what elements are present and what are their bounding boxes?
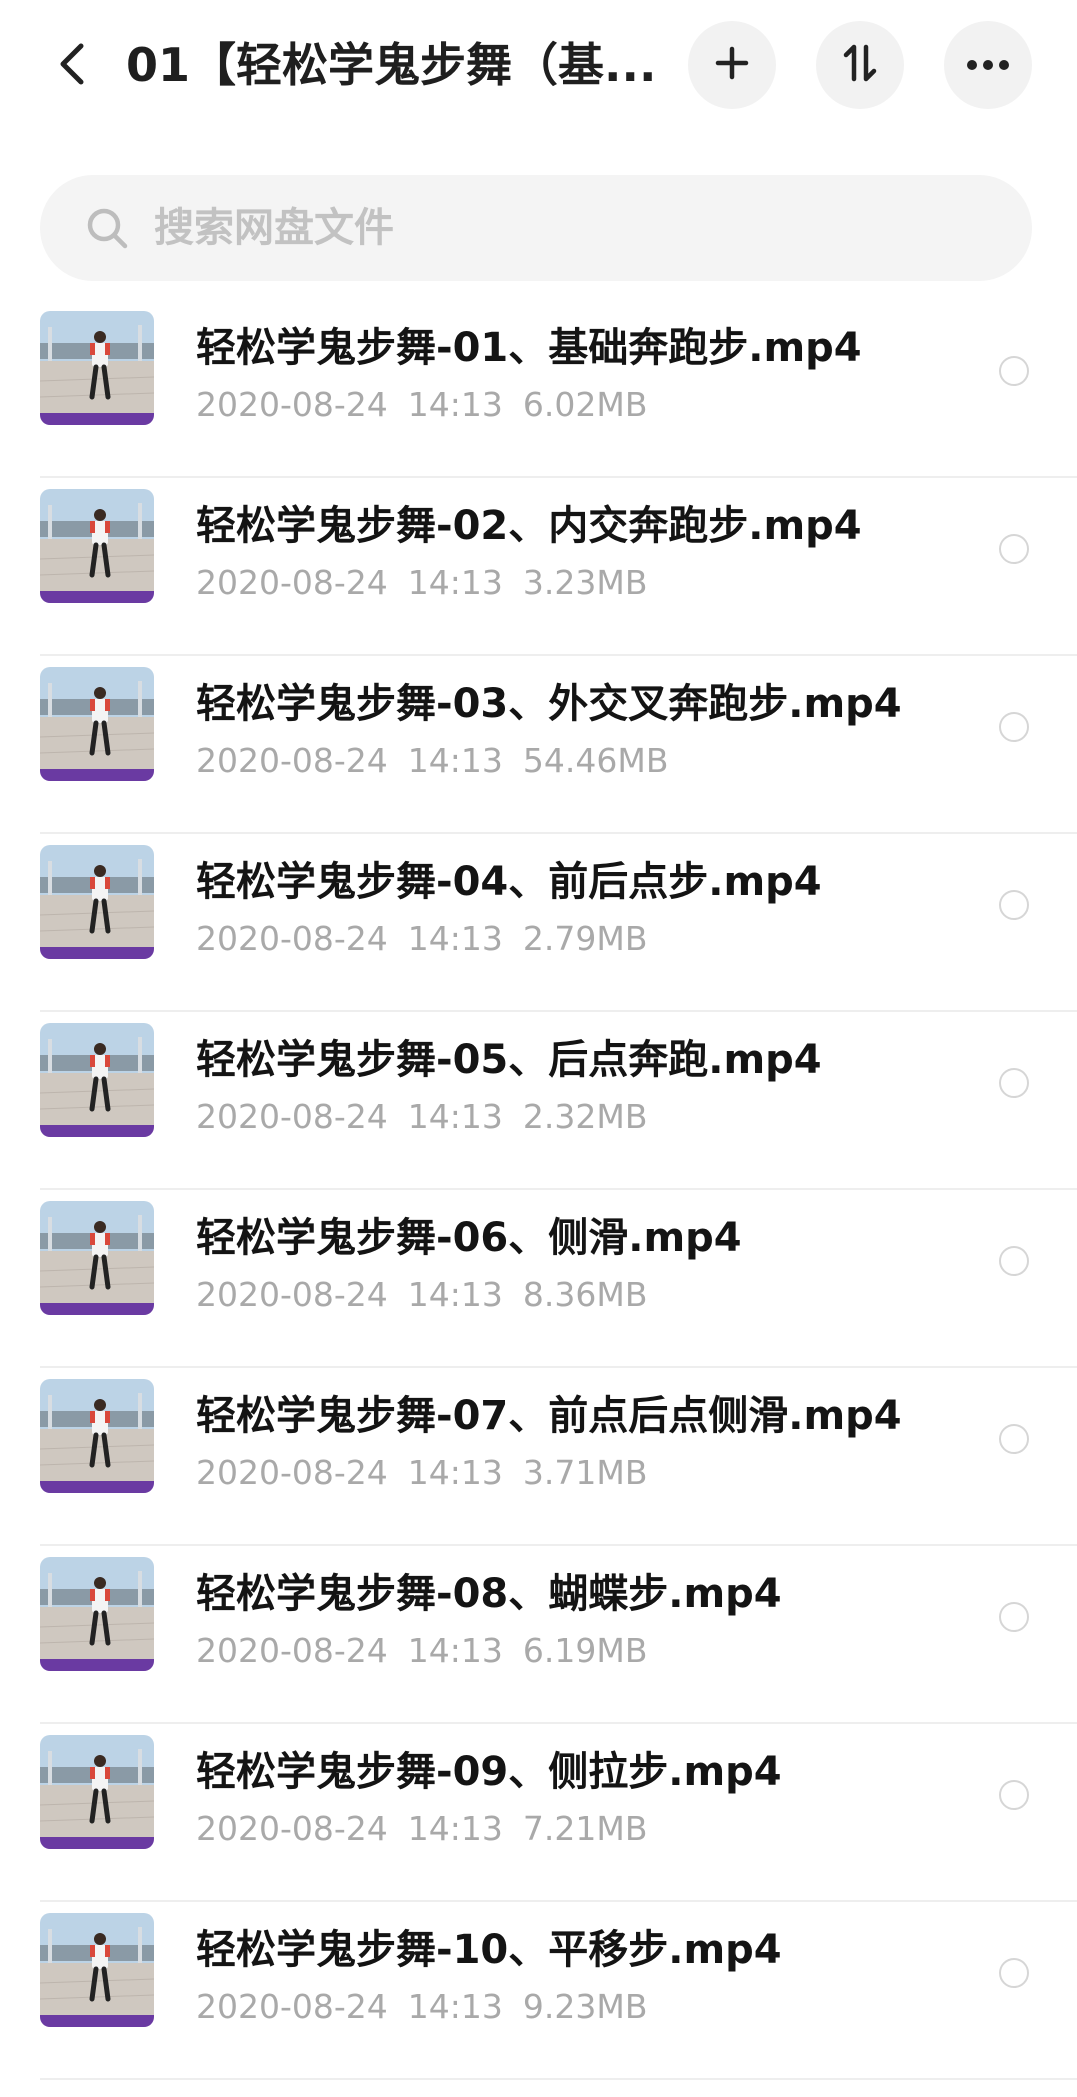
select-checkbox[interactable] [999, 1780, 1029, 1810]
video-thumbnail [40, 1379, 154, 1493]
more-icon [966, 56, 1010, 75]
file-name: 轻松学鬼步舞-07、前点后点侧滑.mp4 [196, 1393, 902, 1439]
file-date: 2020-08-24 [196, 1097, 388, 1136]
video-thumbnail [40, 845, 154, 959]
top-bar: 01【轻松学鬼步舞（基... [0, 0, 1077, 130]
file-name: 轻松学鬼步舞-09、侧拉步.mp4 [196, 1749, 782, 1795]
file-meta: 2020-08-24 14:13 3.71MB [196, 1448, 667, 1498]
video-thumbnail [40, 1557, 154, 1671]
file-row[interactable]: 轻松学鬼步舞-08、蝴蝶步.mp4 2020-08-24 14:13 6.19MB [0, 1546, 1077, 1724]
file-row[interactable]: 轻松学鬼步舞-09、侧拉步.mp4 2020-08-24 14:13 7.21MB [0, 1724, 1077, 1902]
file-name: 轻松学鬼步舞-04、前后点步.mp4 [196, 859, 822, 905]
plus-icon [715, 46, 749, 84]
file-size: 7.21MB [522, 1809, 648, 1848]
file-meta: 2020-08-24 14:13 6.19MB [196, 1626, 667, 1676]
select-checkbox[interactable] [999, 712, 1029, 742]
file-meta: 2020-08-24 14:13 54.46MB [196, 736, 688, 786]
file-row[interactable]: 轻松学鬼步舞-04、前后点步.mp4 2020-08-24 14:13 2.79MB [0, 834, 1077, 1012]
file-size: 3.71MB [522, 1453, 648, 1492]
add-button[interactable] [688, 21, 776, 109]
file-date: 2020-08-24 [196, 385, 388, 424]
file-time: 14:13 [407, 1275, 503, 1314]
page-title: 01【轻松学鬼步舞（基... [126, 38, 657, 92]
file-size: 6.02MB [522, 385, 648, 424]
file-meta: 2020-08-24 14:13 7.21MB [196, 1804, 667, 1854]
video-thumbnail [40, 1735, 154, 1849]
file-date: 2020-08-24 [196, 1987, 388, 2026]
file-name: 轻松学鬼步舞-08、蝴蝶步.mp4 [196, 1571, 782, 1617]
file-row[interactable]: 轻松学鬼步舞-10、平移步.mp4 2020-08-24 14:13 9.23MB [0, 1902, 1077, 2080]
video-thumbnail [40, 1913, 154, 2027]
video-thumbnail [40, 1023, 154, 1137]
file-name: 轻松学鬼步舞-02、内交奔跑步.mp4 [196, 503, 862, 549]
file-row[interactable]: 轻松学鬼步舞-01、基础奔跑步.mp4 2020-08-24 14:13 6.02M… [0, 300, 1077, 478]
file-meta: 2020-08-24 14:13 2.32MB [196, 1092, 667, 1142]
file-row[interactable]: 轻松学鬼步舞-05、后点奔跑.mp4 2020-08-24 14:13 2.32MB [0, 1012, 1077, 1190]
file-size: 8.36MB [522, 1275, 648, 1314]
select-checkbox[interactable] [999, 890, 1029, 920]
file-row[interactable]: 轻松学鬼步舞-03、外交叉奔跑步.mp4 2020-08-24 14:13 54.4… [0, 656, 1077, 834]
file-time: 14:13 [407, 919, 503, 958]
chevron-left-icon [57, 42, 87, 90]
file-row[interactable]: 轻松学鬼步舞-07、前点后点侧滑.mp4 2020-08-24 14:13 3.71… [0, 1368, 1077, 1546]
file-meta: 2020-08-24 14:13 8.36MB [196, 1270, 667, 1320]
select-checkbox[interactable] [999, 356, 1029, 386]
file-meta: 2020-08-24 14:13 6.02MB [196, 380, 667, 430]
back-button[interactable] [44, 38, 100, 94]
video-thumbnail [40, 489, 154, 603]
file-row[interactable]: 轻松学鬼步舞-02、内交奔跑步.mp4 2020-08-24 14:13 3.23M… [0, 478, 1077, 656]
file-date: 2020-08-24 [196, 741, 388, 780]
search-input[interactable] [152, 197, 976, 259]
file-meta: 2020-08-24 14:13 9.23MB [196, 1982, 667, 2032]
select-checkbox[interactable] [999, 1068, 1029, 1098]
file-date: 2020-08-24 [196, 1809, 388, 1848]
file-row[interactable]: 轻松学鬼步舞-06、侧滑.mp4 2020-08-24 14:13 8.36MB [0, 1190, 1077, 1368]
file-size: 2.79MB [522, 919, 648, 958]
file-list: 轻松学鬼步舞-01、基础奔跑步.mp4 2020-08-24 14:13 6.02M… [0, 300, 1077, 2080]
video-thumbnail [40, 1201, 154, 1315]
sort-button[interactable] [816, 21, 904, 109]
file-time: 14:13 [407, 385, 503, 424]
file-name: 轻松学鬼步舞-05、后点奔跑.mp4 [196, 1037, 822, 1083]
video-thumbnail [40, 311, 154, 425]
select-checkbox[interactable] [999, 1958, 1029, 1988]
file-time: 14:13 [407, 1097, 503, 1136]
sort-icon [840, 43, 880, 87]
file-name: 轻松学鬼步舞-06、侧滑.mp4 [196, 1215, 742, 1261]
video-thumbnail [40, 667, 154, 781]
file-date: 2020-08-24 [196, 1453, 388, 1492]
file-name: 轻松学鬼步舞-01、基础奔跑步.mp4 [196, 325, 862, 371]
file-time: 14:13 [407, 1453, 503, 1492]
file-time: 14:13 [407, 1809, 503, 1848]
file-size: 2.32MB [522, 1097, 648, 1136]
select-checkbox[interactable] [999, 534, 1029, 564]
file-time: 14:13 [407, 1631, 503, 1670]
file-date: 2020-08-24 [196, 1631, 388, 1670]
file-time: 14:13 [407, 563, 503, 602]
file-size: 9.23MB [522, 1987, 648, 2026]
file-size: 6.19MB [522, 1631, 648, 1670]
search-icon [84, 205, 130, 251]
file-size: 54.46MB [522, 741, 669, 780]
select-checkbox[interactable] [999, 1424, 1029, 1454]
file-date: 2020-08-24 [196, 1275, 388, 1314]
file-size: 3.23MB [522, 563, 648, 602]
select-checkbox[interactable] [999, 1602, 1029, 1632]
select-checkbox[interactable] [999, 1246, 1029, 1276]
file-date: 2020-08-24 [196, 563, 388, 602]
search-bar[interactable] [40, 175, 1032, 281]
row-divider [40, 2078, 1077, 2080]
file-time: 14:13 [407, 741, 503, 780]
file-meta: 2020-08-24 14:13 3.23MB [196, 558, 667, 608]
file-name: 轻松学鬼步舞-03、外交叉奔跑步.mp4 [196, 681, 902, 727]
file-time: 14:13 [407, 1987, 503, 2026]
file-name: 轻松学鬼步舞-10、平移步.mp4 [196, 1927, 782, 1973]
file-meta: 2020-08-24 14:13 2.79MB [196, 914, 667, 964]
file-date: 2020-08-24 [196, 919, 388, 958]
more-button[interactable] [944, 21, 1032, 109]
